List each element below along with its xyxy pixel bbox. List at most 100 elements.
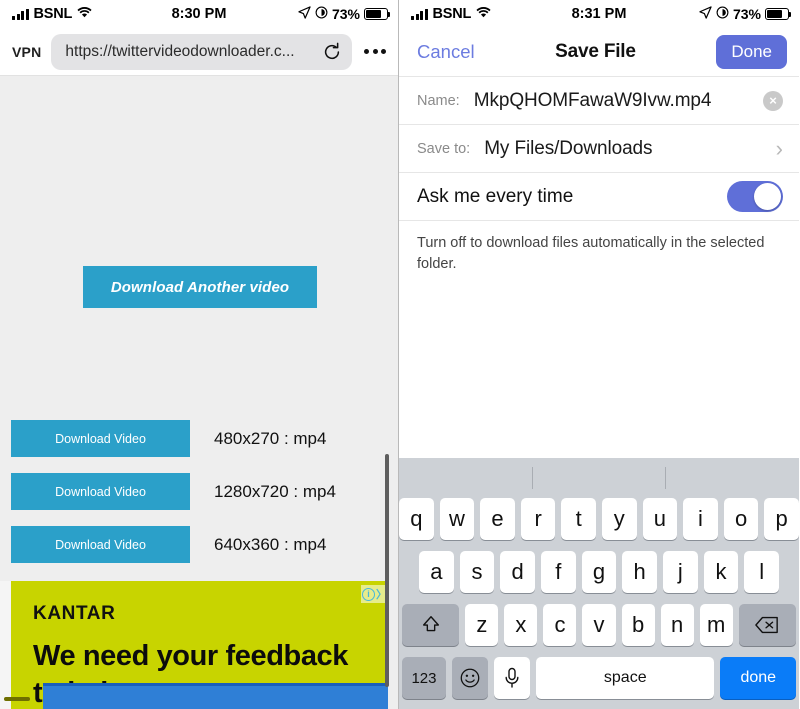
location-arrow-icon: [298, 5, 311, 23]
location-arrow-icon: [699, 5, 712, 23]
download-video-button-1[interactable]: Download Video: [11, 420, 190, 457]
status-bar-left: BSNL: [411, 6, 491, 22]
keyboard-row-2: asdfghjkl: [399, 551, 799, 593]
space-key[interactable]: space: [536, 657, 715, 699]
key-b[interactable]: b: [621, 604, 655, 646]
cancel-button[interactable]: Cancel: [417, 41, 475, 63]
carrier-label: BSNL: [33, 6, 73, 22]
advertisement-banner[interactable]: i 〉 KANTAR We need your feedback to help…: [11, 581, 388, 709]
download-option-row: Download Video 480x270 : mp4: [11, 420, 326, 457]
battery-percent-label: 73%: [331, 6, 360, 22]
download-quality-label-2: 1280x720 : mp4: [214, 481, 336, 501]
adchoices-info-icon: i: [362, 587, 375, 601]
download-quality-label-3: 640x360 : mp4: [214, 534, 327, 554]
battery-percent-label: 73%: [732, 6, 761, 22]
key-u[interactable]: u: [642, 498, 678, 540]
save-to-row[interactable]: Save to: My Files/Downloads ›: [399, 124, 799, 172]
key-f[interactable]: f: [541, 551, 576, 593]
download-quality-label-1: 480x270 : mp4: [214, 428, 327, 448]
sheet-title: Save File: [555, 41, 636, 62]
battery-icon: [765, 8, 792, 20]
adchoices-badge[interactable]: i 〉: [361, 585, 388, 603]
vertical-scrollbar[interactable]: [385, 454, 389, 687]
key-x[interactable]: x: [504, 604, 538, 646]
key-q[interactable]: q: [399, 498, 434, 540]
key-r[interactable]: r: [520, 498, 556, 540]
battery-icon: [364, 8, 391, 20]
webpage-content: Download Another video Download Video 48…: [0, 76, 398, 709]
key-a[interactable]: a: [418, 551, 454, 593]
vpn-indicator: VPN: [12, 43, 42, 60]
key-g[interactable]: g: [581, 551, 617, 593]
orientation-lock-icon: [716, 6, 729, 23]
mic-icon[interactable]: [493, 657, 530, 699]
left-status-bar: BSNL 8:30 PM 73%: [0, 0, 398, 28]
left-screen-safari: BSNL 8:30 PM 73% VPN https://twittervide…: [0, 0, 399, 709]
right-screen-save-file: BSNL 8:31 PM 73% Cancel Save File Done N…: [399, 0, 799, 709]
download-video-button-3[interactable]: Download Video: [11, 526, 190, 563]
download-another-video-button[interactable]: Download Another video: [83, 266, 317, 308]
ask-every-time-toggle[interactable]: [727, 181, 783, 212]
status-bar-right: 73%: [298, 5, 391, 23]
right-status-bar: BSNL 8:31 PM 73%: [399, 0, 799, 28]
key-d[interactable]: d: [500, 551, 535, 593]
keyboard-row-4: 123 space done: [399, 657, 799, 699]
predictive-text-bar[interactable]: [399, 458, 799, 498]
save-file-header: Cancel Save File Done: [399, 28, 799, 76]
key-c[interactable]: c: [543, 604, 577, 646]
status-bar-left: BSNL: [12, 6, 92, 22]
save-to-label: Save to:: [417, 140, 471, 157]
key-p[interactable]: p: [764, 498, 799, 540]
keyboard-row-1: qwertyuiop: [399, 498, 799, 540]
more-options-icon[interactable]: [362, 45, 388, 58]
key-m[interactable]: m: [699, 604, 733, 646]
key-z[interactable]: z: [465, 604, 499, 646]
key-t[interactable]: t: [561, 498, 596, 540]
key-l[interactable]: l: [744, 551, 780, 593]
ad-cta-bar[interactable]: [43, 683, 388, 709]
address-bar[interactable]: https://twittervideodownloader.c...: [51, 33, 352, 70]
orientation-lock-icon: [315, 6, 328, 23]
dual-screenshot-container: BSNL 8:30 PM 73% VPN https://twittervide…: [0, 0, 800, 709]
key-s[interactable]: s: [459, 551, 495, 593]
reload-icon[interactable]: [322, 42, 342, 62]
numbers-key[interactable]: 123: [402, 657, 446, 699]
page-left-margin: [0, 581, 11, 709]
ask-every-time-label: Ask me every time: [417, 185, 574, 207]
key-w[interactable]: w: [439, 498, 475, 540]
key-n[interactable]: n: [660, 604, 694, 646]
horizontal-scrollbar[interactable]: [4, 697, 30, 701]
key-y[interactable]: y: [602, 498, 637, 540]
key-h[interactable]: h: [622, 551, 658, 593]
keyboard-done-key[interactable]: done: [720, 657, 796, 699]
shift-key[interactable]: [402, 604, 460, 646]
key-e[interactable]: e: [480, 498, 515, 540]
download-option-row: Download Video 640x360 : mp4: [11, 526, 326, 563]
download-video-button-2[interactable]: Download Video: [11, 473, 190, 510]
key-o[interactable]: o: [723, 498, 759, 540]
key-i[interactable]: i: [683, 498, 718, 540]
onscreen-keyboard: qwertyuiop asdfghjkl zxcvbnm 123 space d…: [399, 458, 799, 709]
signal-bars-icon: [12, 8, 29, 20]
carrier-label: BSNL: [432, 6, 472, 22]
download-option-row: Download Video 1280x720 : mp4: [11, 473, 336, 510]
status-bar-right: 73%: [699, 5, 792, 23]
helper-text: Turn off to download files automatically…: [399, 220, 799, 274]
wifi-icon: [77, 6, 92, 22]
name-row[interactable]: Name: MkpQHOMFawaW9Ivw.mp4 ×: [399, 76, 799, 124]
ad-brand-label: KANTAR: [33, 603, 116, 624]
key-j[interactable]: j: [663, 551, 698, 593]
browser-toolbar: VPN https://twittervideodownloader.c...: [0, 28, 398, 76]
key-v[interactable]: v: [582, 604, 616, 646]
clear-icon[interactable]: ×: [763, 90, 783, 111]
wifi-icon: [476, 6, 491, 22]
ask-every-time-row[interactable]: Ask me every time: [399, 172, 799, 220]
emoji-key[interactable]: [451, 657, 488, 699]
name-input[interactable]: MkpQHOMFawaW9Ivw.mp4: [474, 90, 763, 112]
url-text: https://twittervideodownloader.c...: [65, 42, 295, 60]
chevron-right-icon[interactable]: ›: [776, 137, 783, 160]
signal-bars-icon: [411, 8, 428, 20]
done-button[interactable]: Done: [716, 35, 787, 69]
key-k[interactable]: k: [703, 551, 739, 593]
backspace-key[interactable]: [738, 604, 796, 646]
